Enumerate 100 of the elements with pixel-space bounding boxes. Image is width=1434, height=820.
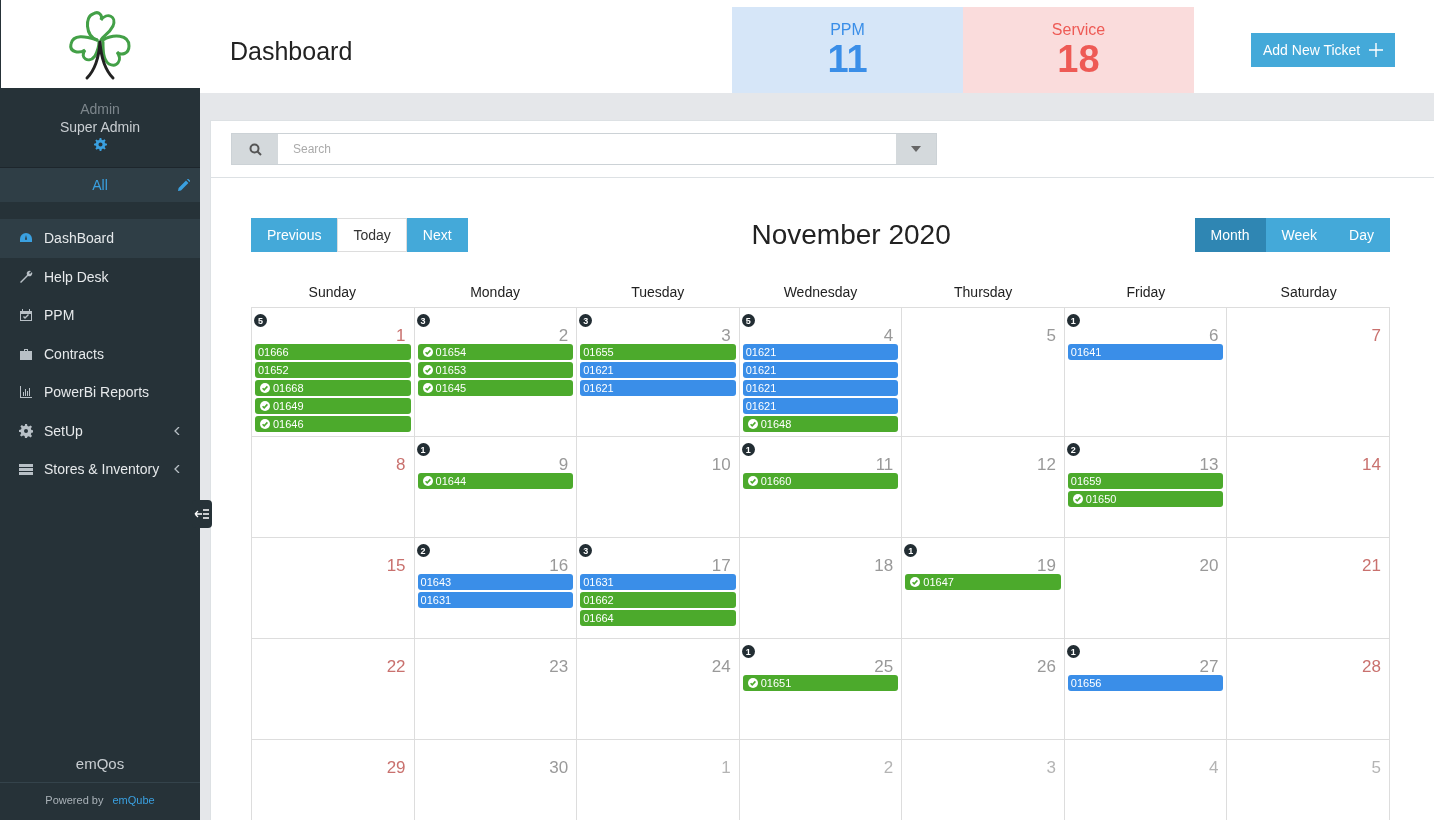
calendar-event[interactable]: 01652 bbox=[255, 362, 411, 378]
sidebar-item[interactable]: PPM bbox=[0, 296, 200, 335]
day-number: 4 bbox=[883, 326, 894, 346]
calendar-event[interactable]: 01643 bbox=[417, 574, 574, 590]
powered-by-text: Powered by bbox=[45, 794, 104, 806]
calendar-event[interactable]: 01648 bbox=[742, 416, 899, 432]
calendar-event[interactable]: 01647 bbox=[905, 574, 1061, 590]
day-number: 15 bbox=[386, 556, 406, 576]
day-number: 18 bbox=[874, 556, 894, 576]
weekday-header: Tuesday bbox=[630, 283, 686, 302]
pencil-icon[interactable] bbox=[178, 179, 190, 191]
add-ticket-button[interactable]: Add New Ticket bbox=[1251, 33, 1396, 67]
calendar-nav-button[interactable]: Previous bbox=[251, 218, 338, 252]
day-number: 27 bbox=[1199, 657, 1219, 677]
calendar-event[interactable]: 01650 bbox=[1067, 491, 1224, 507]
event-count-badge: 1 bbox=[416, 443, 430, 456]
calendar-event[interactable]: 01651 bbox=[742, 675, 899, 691]
day-number: 7 bbox=[1371, 326, 1381, 346]
day-number: 2 bbox=[883, 758, 894, 778]
event-count-badge: 3 bbox=[579, 314, 593, 327]
calendar-event[interactable]: 01659 bbox=[1067, 473, 1224, 489]
day-number: 20 bbox=[1199, 556, 1219, 576]
page-title: Dashboard bbox=[230, 37, 354, 66]
event-count-badge: 1 bbox=[741, 443, 755, 456]
day-number: 29 bbox=[386, 758, 406, 778]
calendar-event[interactable]: 01631 bbox=[580, 574, 736, 590]
day-number: 25 bbox=[874, 657, 894, 677]
calendar-event[interactable]: 01653 bbox=[417, 362, 574, 378]
sidebar-item[interactable]: Help Desk bbox=[0, 257, 200, 296]
weekday-header: Sunday bbox=[307, 283, 358, 302]
weekday-header: Friday bbox=[1125, 283, 1167, 302]
day-number: 14 bbox=[1362, 455, 1381, 475]
sidebar-item[interactable]: DashBoard bbox=[0, 219, 200, 258]
calendar-title: November 2020 bbox=[751, 219, 951, 251]
calendar-nav-button[interactable]: Today bbox=[337, 218, 407, 252]
day-number: 23 bbox=[549, 657, 569, 677]
weekday-header: Thursday bbox=[953, 283, 1014, 302]
day-number: 30 bbox=[549, 758, 569, 778]
calendar-event[interactable]: 01641 bbox=[1067, 344, 1224, 360]
search-icon[interactable] bbox=[248, 142, 262, 156]
calendar-event[interactable]: 01666 bbox=[255, 344, 411, 360]
view-tab[interactable]: Day bbox=[1333, 218, 1390, 252]
event-count-badge: 5 bbox=[741, 314, 755, 327]
search-field[interactable]: Search bbox=[231, 133, 937, 165]
calendar-event[interactable]: 01621 bbox=[580, 362, 736, 378]
collapse-sidebar-icon[interactable] bbox=[192, 500, 212, 528]
day-number: 2 bbox=[558, 326, 569, 346]
view-tab[interactable]: Week bbox=[1265, 218, 1334, 252]
day-number: 13 bbox=[1199, 455, 1219, 475]
day-number: 1 bbox=[396, 326, 406, 346]
event-count-badge: 5 bbox=[254, 314, 267, 327]
day-number: 4 bbox=[1208, 758, 1219, 778]
event-count-badge: 2 bbox=[1066, 443, 1080, 456]
filter-label[interactable]: All bbox=[92, 177, 108, 193]
day-number: 12 bbox=[1036, 455, 1056, 475]
day-number: 17 bbox=[711, 556, 731, 576]
user-name: Admin bbox=[80, 101, 120, 117]
day-number: 3 bbox=[1046, 758, 1056, 778]
stat-card[interactable]: PPM 11 bbox=[732, 7, 963, 93]
day-number: 3 bbox=[721, 326, 731, 346]
sidebar-item[interactable]: Stores & Inventory bbox=[0, 450, 200, 489]
weekday-header: Wednesday bbox=[782, 283, 859, 302]
dropdown-caret-icon[interactable] bbox=[911, 146, 921, 152]
weekday-header: Monday bbox=[469, 283, 521, 302]
calendar-event[interactable]: 01656 bbox=[1067, 675, 1224, 691]
calendar-event[interactable]: 01664 bbox=[580, 610, 736, 626]
calendar-event[interactable]: 01649 bbox=[255, 398, 411, 414]
calendar-event[interactable]: 01655 bbox=[580, 344, 736, 360]
weekday-header: Saturday bbox=[1279, 283, 1338, 302]
day-number: 26 bbox=[1036, 657, 1056, 677]
stat-card[interactable]: Service 18 bbox=[963, 7, 1194, 93]
day-number: 6 bbox=[1208, 326, 1219, 346]
calendar-event[interactable]: 01621 bbox=[742, 398, 899, 414]
day-number: 9 bbox=[558, 455, 569, 475]
sidebar-item[interactable]: SetUp bbox=[0, 411, 200, 450]
calendar-event[interactable]: 01631 bbox=[417, 592, 574, 608]
view-tab[interactable]: Month bbox=[1194, 218, 1266, 252]
calendar-event[interactable]: 01621 bbox=[742, 380, 899, 396]
calendar-nav-button[interactable]: Next bbox=[406, 218, 468, 252]
company-link[interactable]: emQube bbox=[112, 794, 155, 806]
settings-icon[interactable] bbox=[93, 138, 107, 151]
event-count-badge: 1 bbox=[1066, 645, 1080, 658]
day-number: 21 bbox=[1362, 556, 1381, 576]
calendar-event[interactable]: 01621 bbox=[742, 344, 899, 360]
calendar-event[interactable]: 01646 bbox=[255, 416, 411, 432]
plus-icon bbox=[1369, 43, 1384, 57]
sidebar-item[interactable]: Contracts bbox=[0, 334, 200, 373]
day-number: 5 bbox=[1046, 326, 1056, 346]
event-count-badge: 1 bbox=[741, 645, 755, 658]
calendar-event[interactable]: 01660 bbox=[742, 473, 899, 489]
calendar-event[interactable]: 01644 bbox=[417, 473, 574, 489]
calendar-event[interactable]: 01621 bbox=[742, 362, 899, 378]
calendar-event[interactable]: 01654 bbox=[417, 344, 574, 360]
event-count-badge: 2 bbox=[416, 544, 430, 557]
day-number: 22 bbox=[386, 657, 406, 677]
calendar-event[interactable]: 01621 bbox=[580, 380, 736, 396]
calendar-event[interactable]: 01668 bbox=[255, 380, 411, 396]
calendar-event[interactable]: 01662 bbox=[580, 592, 736, 608]
sidebar-item[interactable]: PowerBi Reports bbox=[0, 373, 200, 412]
calendar-event[interactable]: 01645 bbox=[417, 380, 574, 396]
